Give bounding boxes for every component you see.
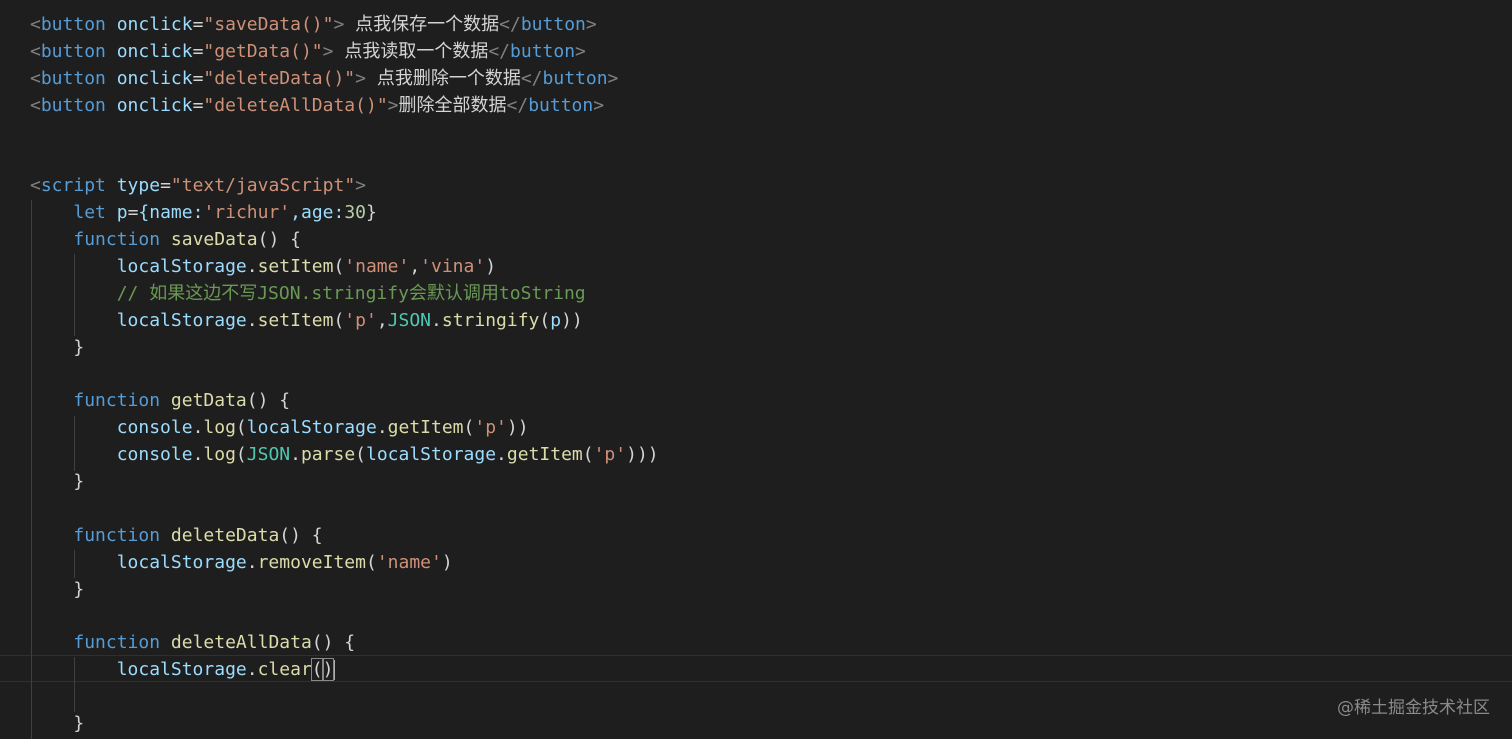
code-line: }: [73, 713, 85, 735]
code-line: function deleteData() {: [73, 524, 323, 546]
code-line: console.log(JSON.parse(localStorage.getI…: [116, 444, 659, 466]
code-line: // 如果这边不写JSON.stringify会默认调用toString: [116, 282, 586, 304]
code-line: function deleteAllData() {: [73, 632, 356, 654]
code-line: localStorage.removeItem('name'): [116, 551, 453, 573]
code-line: localStorage.setItem('p',JSON.stringify(…: [116, 309, 583, 331]
code-line: let p={name:'richur',age:30}: [73, 202, 377, 224]
watermark-text: @稀土掘金技术社区: [1337, 698, 1490, 718]
code-line: localStorage.setItem('name','vina'): [116, 256, 497, 278]
code-line: }: [73, 471, 85, 493]
code-line: function saveData() {: [73, 229, 301, 251]
bracket-match: ): [321, 658, 335, 682]
code-line: console.log(localStorage.getItem('p')): [116, 417, 529, 439]
code-line: <button onclick="deleteAllData()">删除全部数据…: [30, 94, 605, 116]
code-line: <button onclick="saveData()"> 点我保存一个数据</…: [30, 14, 597, 35]
code-line: function getData() {: [73, 390, 291, 412]
code-line: <script type="text/javaScript">: [30, 175, 366, 197]
code-line: }: [73, 578, 85, 600]
code-line: <button onclick="getData()"> 点我读取一个数据</b…: [30, 40, 586, 62]
text-cursor: [333, 660, 336, 681]
code-line: <button onclick="deleteData()"> 点我删除一个数据…: [30, 67, 619, 89]
code-editor[interactable]: <button onclick="saveData()"> 点我保存一个数据</…: [0, 0, 1512, 739]
code-area[interactable]: <button onclick="saveData()"> 点我保存一个数据</…: [30, 12, 1512, 738]
bracket-match: (: [310, 658, 324, 682]
code-line-current[interactable]: localStorage.clear(): [30, 657, 1512, 684]
code-line: }: [73, 336, 85, 358]
